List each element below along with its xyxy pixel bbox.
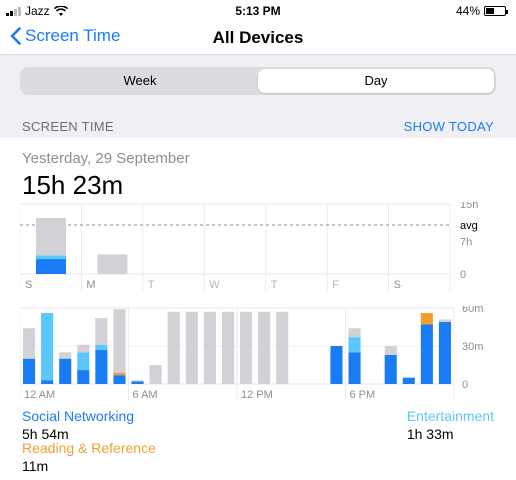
- battery-percent: 44%: [455, 4, 480, 18]
- x-tick-label: 6 AM: [133, 389, 158, 401]
- hour-bar: [330, 346, 343, 384]
- hour-bar: [77, 344, 90, 353]
- hour-bar: [95, 318, 108, 345]
- battery-group: 44%: [455, 4, 508, 18]
- hour-bar: [131, 381, 144, 384]
- week-bar: [97, 254, 128, 274]
- hour-bar: [438, 319, 451, 322]
- hour-bar: [131, 380, 144, 382]
- segment-day[interactable]: Day: [258, 69, 494, 93]
- header-area: Week Day SCREEN TIME SHOW TODAY: [0, 54, 516, 138]
- hour-bar: [23, 328, 36, 359]
- x-tick-label: 12 PM: [241, 389, 273, 401]
- hour-bar: [23, 358, 36, 384]
- section-label: SCREEN TIME: [22, 119, 114, 134]
- page-title: All Devices: [212, 28, 304, 47]
- hourly-usage-chart[interactable]: 60m 30m 0 12 AM 6 AM 12 PM 6 PM: [20, 306, 496, 402]
- x-tick-label: S: [25, 279, 32, 291]
- hour-bar: [276, 311, 289, 384]
- week-bar: [36, 259, 66, 274]
- x-tick-label: M: [86, 279, 95, 291]
- hour-bar: [221, 311, 234, 384]
- hour-bar: [113, 372, 126, 376]
- hour-bar: [113, 309, 126, 373]
- hour-bar: [95, 349, 108, 384]
- week-bar: [36, 218, 66, 256]
- hour-bar: [77, 352, 90, 371]
- hour-bar: [348, 352, 361, 384]
- y-tick-label: 0: [460, 269, 466, 281]
- legend-social: Social Networking 5h 54m: [22, 408, 134, 442]
- hour-bar: [41, 313, 54, 381]
- legend-reading-name: Reading & Reference: [22, 440, 156, 456]
- status-bar: Jazz 5:13 PM 44%: [0, 0, 516, 22]
- x-tick-label: S: [394, 279, 401, 291]
- x-tick-label: 12 AM: [24, 389, 55, 401]
- hour-bar: [77, 370, 90, 384]
- legend-entertainment-name: Entertainment: [406, 408, 494, 424]
- hour-bar: [41, 380, 54, 384]
- legend-social-name: Social Networking: [22, 408, 135, 424]
- x-tick-label: W: [209, 279, 220, 291]
- clock: 5:13 PM: [235, 4, 281, 18]
- hour-bar: [384, 354, 397, 384]
- week-bar: [36, 255, 66, 260]
- x-tick-label: T: [148, 279, 155, 291]
- hour-bar: [258, 311, 271, 384]
- y-tick-label: 15h: [460, 202, 478, 211]
- avg-label: avg: [460, 220, 478, 232]
- x-tick-label: F: [332, 279, 339, 291]
- hour-bar: [95, 344, 108, 350]
- hour-bar: [438, 321, 451, 384]
- hour-bar: [185, 311, 198, 384]
- hour-bar: [59, 352, 72, 359]
- legend-entertainment-value: 1h 33m: [406, 426, 454, 442]
- segment-week[interactable]: Week: [22, 69, 258, 93]
- hour-bar: [348, 328, 361, 338]
- range-segmented-control: Week Day: [20, 67, 496, 95]
- hour-bar: [240, 311, 253, 384]
- legend-reading: Reading & Reference 11m: [22, 440, 156, 474]
- hour-bar: [149, 365, 162, 384]
- y-tick-label: 60m: [462, 306, 483, 315]
- hour-bar: [420, 313, 433, 325]
- y-tick-label: 7h: [460, 236, 472, 248]
- hour-bar: [384, 346, 397, 355]
- hour-bar: [167, 311, 180, 384]
- summary-date: Yesterday, 29 September: [22, 150, 190, 167]
- x-tick-label: 6 PM: [350, 389, 376, 401]
- hour-bar: [59, 358, 72, 384]
- hour-bar: [348, 337, 361, 353]
- hour-bar: [203, 311, 216, 384]
- y-tick-label: 0: [462, 379, 468, 391]
- nav-bar: Screen Time All Devices: [0, 22, 516, 54]
- x-tick-label: T: [271, 279, 278, 291]
- hour-bar: [113, 375, 126, 384]
- weekly-usage-chart[interactable]: 15h 7h 0 avg S M T W T F S: [20, 202, 496, 294]
- legend-entertainment: Entertainment 1h 33m: [407, 408, 494, 442]
- hour-bar: [402, 377, 415, 384]
- y-tick-label: 30m: [462, 341, 483, 353]
- hour-bar: [420, 324, 433, 384]
- total-screen-time: 15h 23m: [22, 170, 124, 200]
- legend-reading-value: 11m: [22, 458, 49, 474]
- show-today-link[interactable]: SHOW TODAY: [404, 119, 494, 134]
- battery-icon: [484, 6, 508, 16]
